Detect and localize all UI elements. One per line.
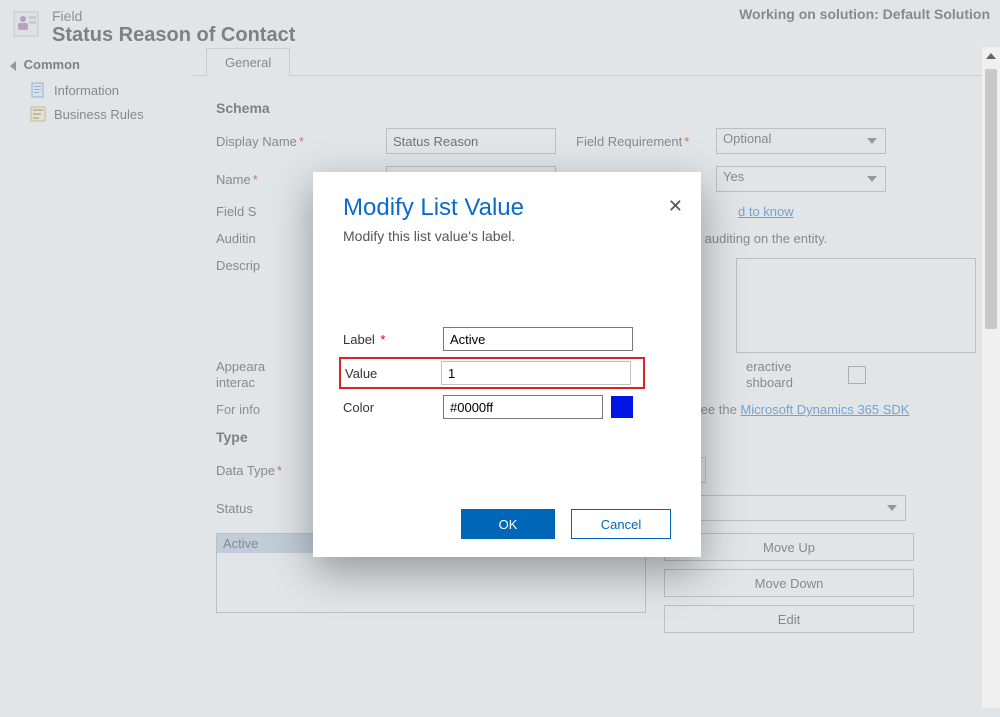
field-requirement-label: Field Requirement*	[576, 134, 716, 149]
appears-checkbox[interactable]	[848, 366, 866, 384]
modify-list-value-dialog: Modify List Value Modify this list value…	[313, 172, 701, 557]
info-sheet-icon	[30, 82, 46, 98]
appears-right-partial: eractive shboard	[746, 359, 826, 390]
dialog-label-input[interactable]	[443, 327, 633, 351]
working-solution-label: Working on solution: Default Solution	[739, 6, 990, 22]
nav-item-label: Business Rules	[54, 107, 144, 122]
collapse-triangle-icon	[10, 61, 16, 71]
dialog-color-label: Color	[343, 400, 443, 415]
rules-icon	[30, 106, 46, 122]
close-icon[interactable]: ✕	[668, 196, 683, 217]
scroll-thumb[interactable]	[985, 69, 997, 329]
cancel-button[interactable]: Cancel	[571, 509, 671, 539]
dialog-value-input[interactable]	[441, 361, 631, 385]
dialog-value-label: Value	[345, 366, 441, 381]
tab-general[interactable]: General	[206, 48, 290, 76]
nav-section-common[interactable]: Common	[10, 57, 182, 72]
dialog-title: Modify List Value	[343, 194, 671, 222]
move-down-button[interactable]: Move Down	[664, 569, 914, 597]
sdk-link[interactable]: Microsoft Dynamics 365 SDK	[740, 402, 909, 417]
schema-heading: Schema	[216, 100, 976, 116]
ok-button[interactable]: OK	[461, 509, 555, 539]
field-entity-icon	[10, 8, 42, 40]
dialog-subtitle: Modify this list value's label.	[343, 228, 671, 244]
display-name-label: Display Name*	[216, 134, 386, 149]
dialog-label-label: Label *	[343, 332, 443, 347]
header-subtitle: Field	[52, 8, 739, 24]
searchable-select[interactable]: Yes	[716, 166, 886, 192]
edit-button[interactable]: Edit	[664, 605, 914, 633]
vertical-scrollbar[interactable]	[982, 47, 1000, 708]
left-nav: Common Information Business Rules	[0, 47, 192, 708]
nav-item-information[interactable]: Information	[10, 78, 182, 102]
display-name-input[interactable]	[386, 128, 556, 154]
dialog-color-input[interactable]	[443, 395, 603, 419]
color-swatch[interactable]	[611, 396, 633, 418]
scroll-up-icon[interactable]	[982, 47, 1000, 65]
page-title: Status Reason of Contact	[52, 24, 739, 47]
description-textarea[interactable]	[736, 258, 976, 353]
move-up-button[interactable]: Move Up	[664, 533, 914, 561]
need-to-know-link[interactable]: d to know	[738, 204, 794, 219]
nav-item-label: Information	[54, 83, 119, 98]
nav-item-business-rules[interactable]: Business Rules	[10, 102, 182, 126]
field-requirement-select[interactable]: Optional	[716, 128, 886, 154]
